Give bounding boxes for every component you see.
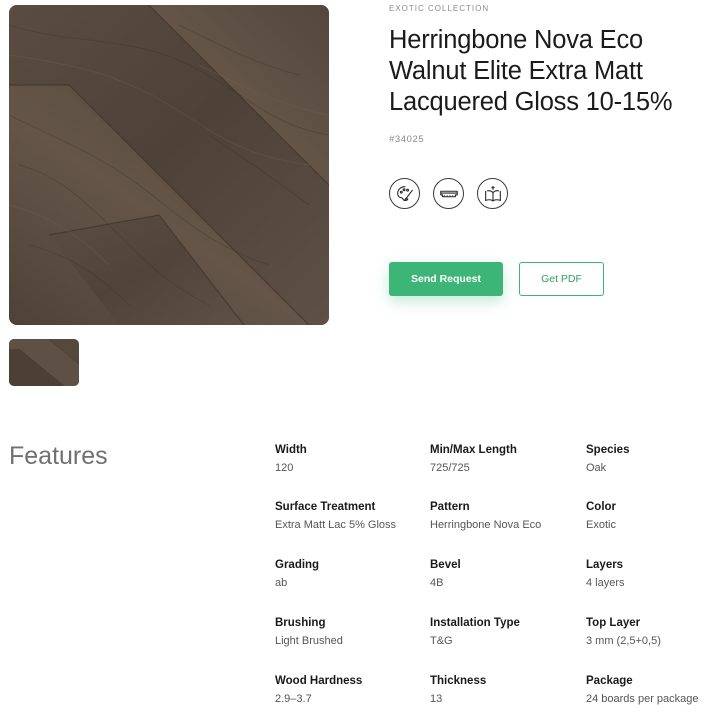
feature-color: Color Exotic [586, 501, 717, 531]
feature-label: Brushing [275, 617, 326, 629]
features-heading: Features [9, 442, 108, 470]
herringbone-thumbnail-picture [9, 339, 79, 386]
get-pdf-button[interactable]: Get PDF [519, 262, 604, 296]
feature-wood-hardness: Wood Hardness 2.9–3.7 [275, 675, 410, 705]
product-sku: #34025 [389, 134, 425, 145]
feature-label: Wood Hardness [275, 675, 363, 687]
feature-width: Width 120 [275, 444, 410, 474]
feature-thickness: Thickness 13 [430, 675, 565, 705]
feature-bevel: Bevel 4B [430, 559, 565, 589]
feature-value: Oak [586, 462, 607, 474]
feature-value: Exotic [586, 519, 616, 531]
feature-label: Installation Type [430, 617, 520, 629]
feature-label: Bevel [430, 559, 461, 571]
feature-value: 24 boards per package [586, 693, 699, 705]
feature-label: Thickness [430, 675, 487, 687]
feature-label: Color [586, 501, 617, 513]
feature-label: Pattern [430, 501, 470, 513]
feature-pattern: Pattern Herringbone Nova Eco [430, 501, 565, 531]
feature-label: Surface Treatment [275, 501, 376, 513]
feature-value: Herringbone Nova Eco [430, 519, 542, 531]
feature-package: Package 24 boards per package [586, 675, 717, 705]
feature-value: 13 [430, 693, 443, 705]
product-main-image[interactable] [9, 5, 329, 325]
feature-label: Layers [586, 559, 624, 571]
palette-brush-icon[interactable] [389, 178, 420, 209]
feature-value: 2.9–3.7 [275, 693, 312, 705]
feature-label: Package [586, 675, 633, 687]
feature-icon-row [389, 178, 508, 209]
feature-value: ab [275, 577, 288, 589]
product-thumbnail[interactable] [9, 339, 79, 386]
feature-value: 3 mm (2,5+0,5) [586, 635, 661, 647]
feature-value: 120 [275, 462, 294, 474]
feature-value: 725/725 [430, 462, 470, 474]
feature-label: Species [586, 444, 630, 456]
product-title: Herringbone Nova Eco Walnut Elite Extra … [389, 26, 673, 116]
feature-species: Species Oak [586, 444, 717, 474]
feature-value: T&G [430, 635, 453, 647]
feature-installation-type: Installation Type T&G [430, 617, 565, 647]
feature-label: Width [275, 444, 307, 456]
feature-value: 4 layers [586, 577, 625, 589]
send-request-button[interactable]: Send Request [389, 262, 503, 296]
feature-top-layer: Top Layer 3 mm (2,5+0,5) [586, 617, 717, 647]
open-book-icon[interactable] [477, 178, 508, 209]
feature-value: Extra Matt Lac 5% Gloss [275, 519, 397, 531]
herringbone-wood-picture [9, 5, 329, 325]
feature-brushing: Brushing Light Brushed [275, 617, 410, 647]
feature-label: Min/Max Length [430, 444, 517, 456]
feature-min-max-length: Min/Max Length 725/725 [430, 444, 565, 474]
feature-label: Top Layer [586, 617, 641, 629]
feature-layers: Layers 4 layers [586, 559, 717, 589]
collection-label: EXOTIC COLLECTION [389, 4, 490, 13]
feature-label: Grading [275, 559, 320, 571]
feature-value: Light Brushed [275, 635, 343, 647]
plank-profile-icon[interactable] [433, 178, 464, 209]
feature-surface-treatment: Surface Treatment Extra Matt Lac 5% Glos… [275, 501, 410, 531]
feature-grading: Grading ab [275, 559, 410, 589]
feature-value: 4B [430, 577, 444, 589]
